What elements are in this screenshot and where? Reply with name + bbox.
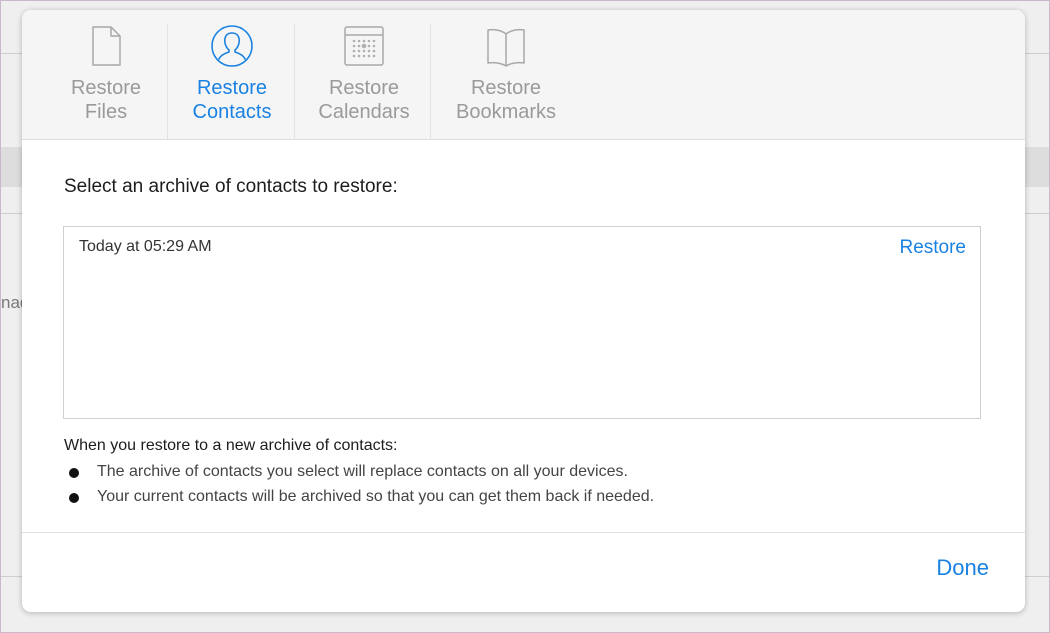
- section-title: Select an archive of contacts to restore…: [64, 176, 398, 197]
- note-heading: When you restore to a new archive of con…: [64, 437, 398, 454]
- bullet-dot-icon: [69, 493, 79, 503]
- list-item-text: Your current contacts will be archived s…: [97, 488, 655, 505]
- tab-label: Restore Bookmarks: [455, 77, 557, 123]
- tab-restore-bookmarks[interactable]: Restore Bookmarks: [441, 10, 571, 139]
- tab-label: Restore Files: [70, 77, 142, 123]
- tab-label: Restore Contacts: [192, 77, 272, 123]
- bookmarks-icon: [487, 28, 525, 67]
- calendar-icon: [344, 26, 384, 66]
- tab-separator: [430, 24, 431, 139]
- tab-label: Restore Calendars: [318, 77, 410, 123]
- archive-list: Today at 05:29 AM Restore: [63, 226, 981, 419]
- file-icon: [92, 26, 121, 66]
- done-button[interactable]: Done: [936, 555, 989, 581]
- contacts-icon: [211, 25, 253, 67]
- tab-bar: Restore Files Restore Contacts Restore C…: [22, 10, 1025, 140]
- archive-date: Today at 05:29 AM: [79, 238, 212, 255]
- restore-button[interactable]: Restore: [899, 237, 966, 259]
- footer-divider: [22, 532, 1025, 533]
- list-item-text: The archive of contacts you select will …: [97, 463, 628, 480]
- tab-restore-calendars[interactable]: Restore Calendars: [295, 10, 433, 139]
- tab-restore-files[interactable]: Restore Files: [42, 10, 170, 139]
- bullet-dot-icon: [69, 468, 79, 478]
- tab-restore-contacts[interactable]: Restore Contacts: [168, 10, 296, 139]
- restore-dialog: Restore Files Restore Contacts Restore C…: [22, 10, 1025, 612]
